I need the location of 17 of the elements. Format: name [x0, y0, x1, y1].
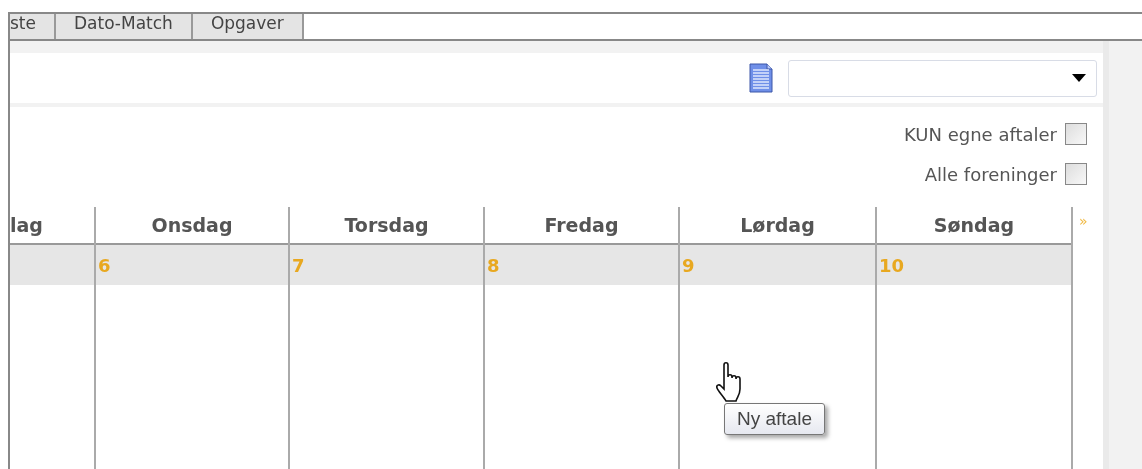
tab[interactable]: Dato-Match [56, 14, 193, 39]
checkbox[interactable] [1065, 123, 1087, 145]
filter-label: Alle foreninger [924, 163, 1057, 185]
next-week-link[interactable]: » [1073, 207, 1088, 469]
date-cell[interactable]: 7 [290, 245, 483, 285]
date-cell[interactable]: 9 [680, 245, 875, 285]
checkbox[interactable] [1065, 163, 1087, 185]
date-cell[interactable]: 6 [96, 245, 288, 285]
document-icon[interactable] [748, 63, 774, 93]
date-cell[interactable] [10, 245, 94, 285]
tooltip: Ny aftale [724, 403, 825, 435]
dropdown-arrow-icon [1072, 74, 1086, 82]
date-cell[interactable]: 10 [877, 245, 1071, 285]
tab[interactable]: ste [10, 14, 56, 39]
filter-label: KUN egne aftaler [904, 123, 1057, 145]
tab[interactable]: Opgaver [192, 14, 304, 39]
date-cell[interactable]: 8 [485, 245, 678, 285]
